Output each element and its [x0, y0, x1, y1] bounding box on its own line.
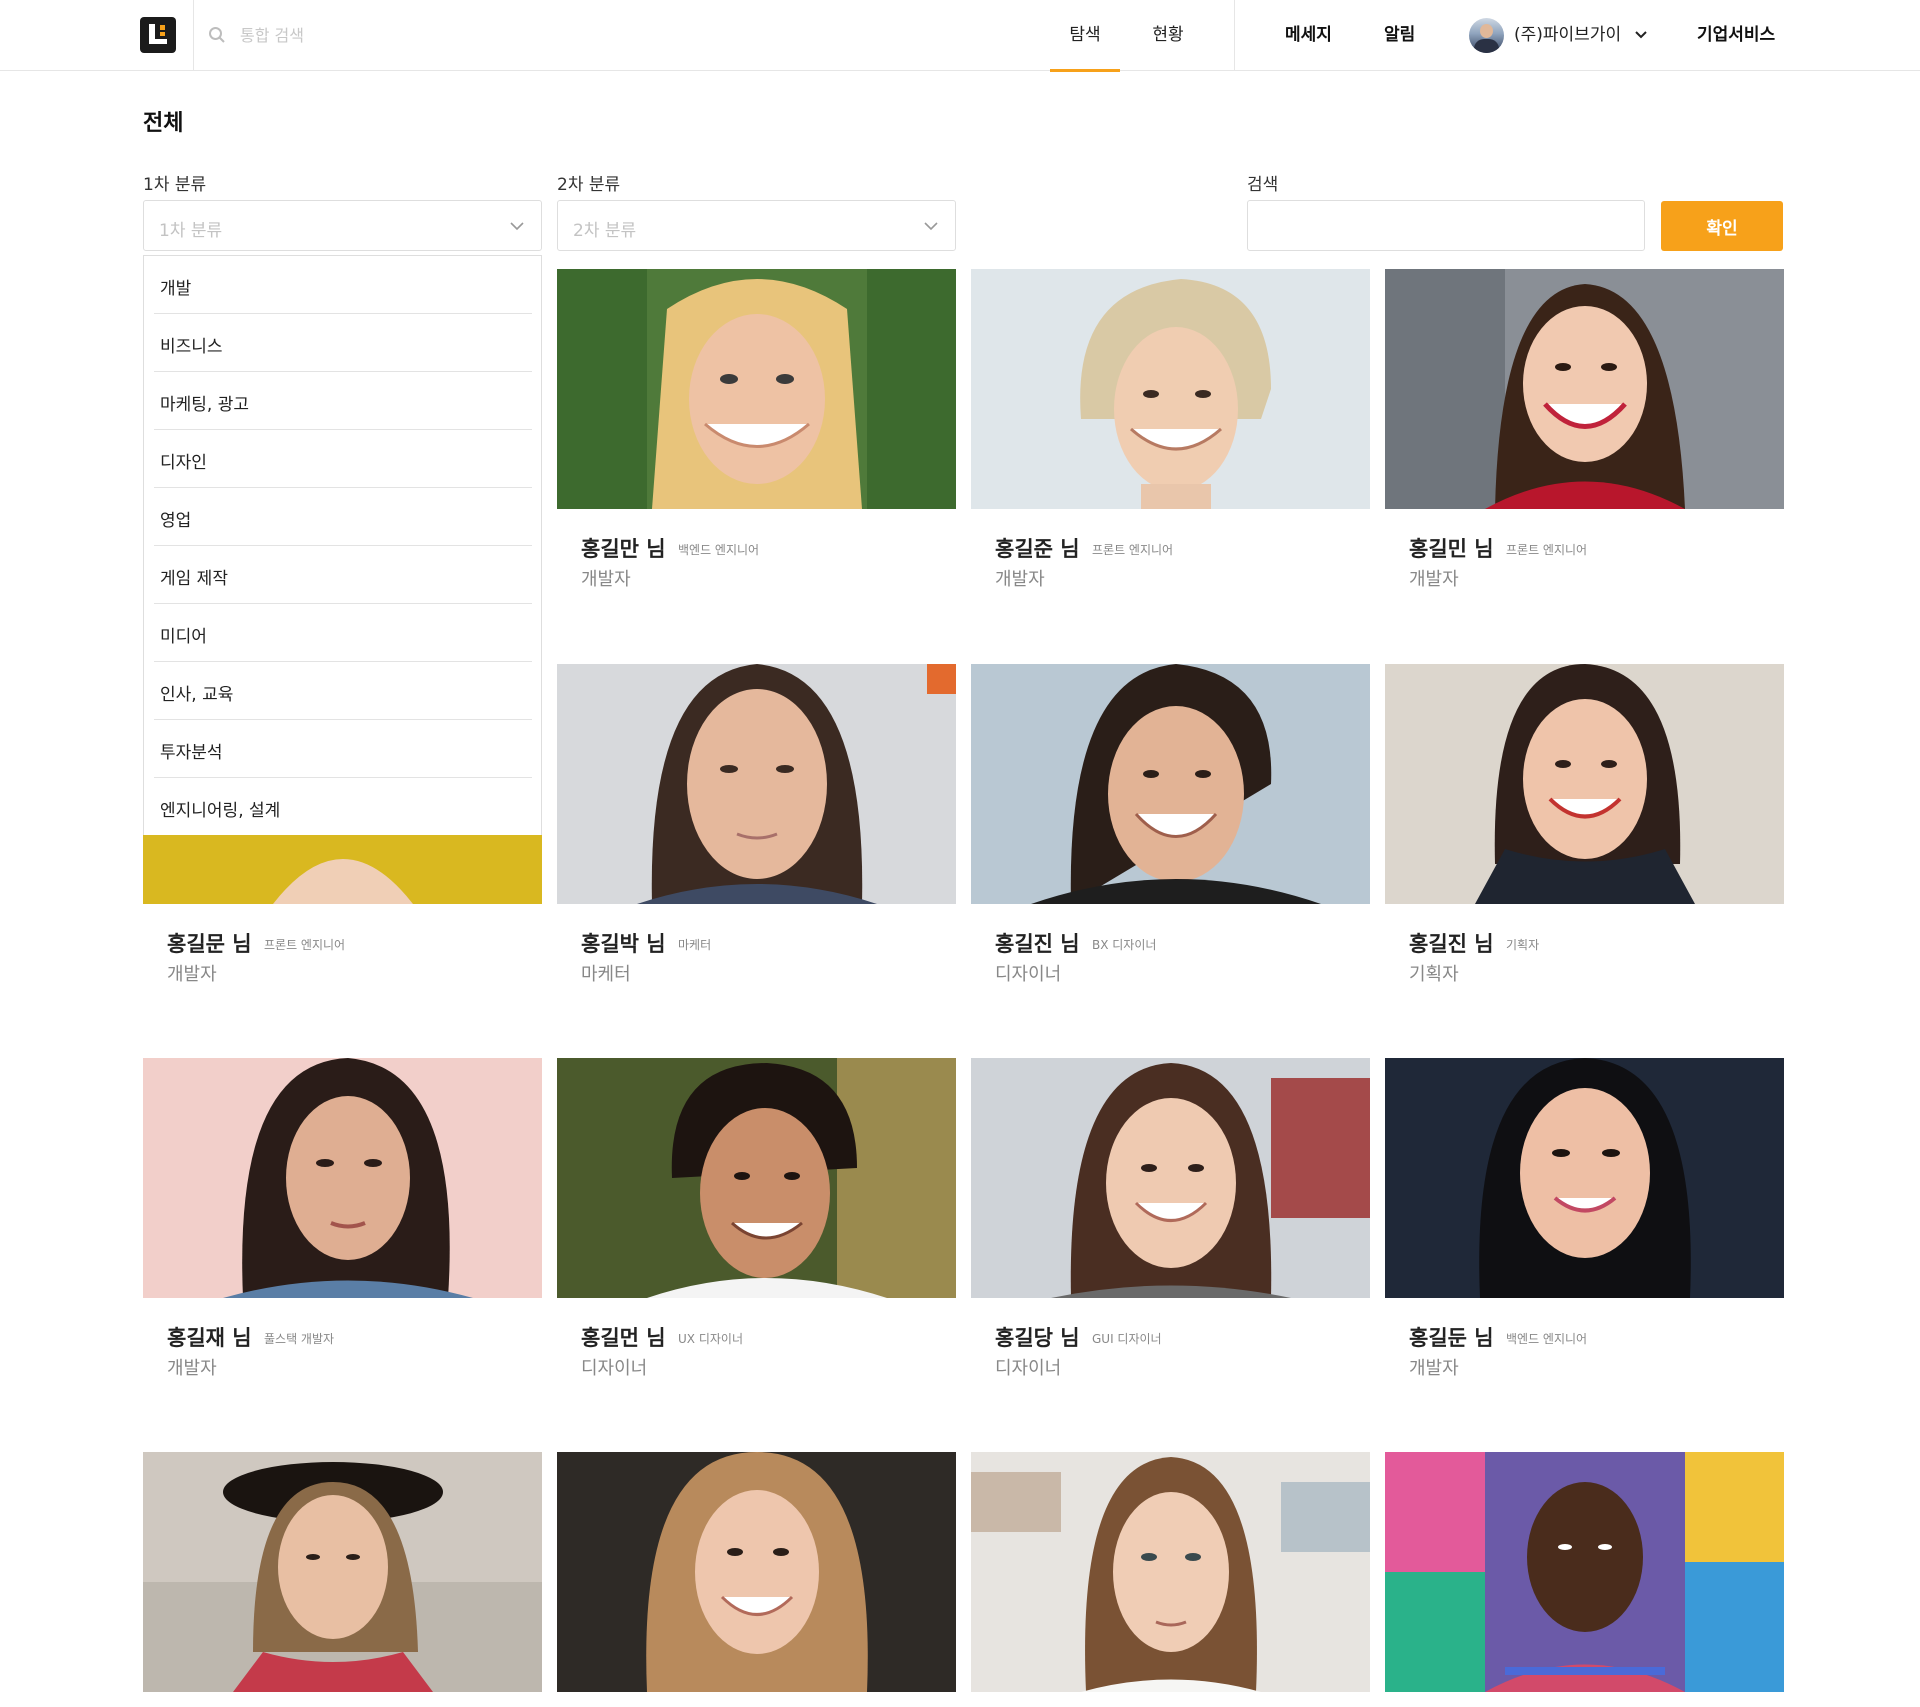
page-title: 전체 — [143, 111, 184, 136]
profile-card[interactable]: 홍길둔 님 백엔드 엔지니어 개발자 — [1385, 1058, 1784, 1438]
profile-photo — [143, 1452, 542, 1692]
dropdown-item[interactable]: 영업 — [154, 488, 532, 546]
card-name: 홍길당 님 — [995, 1326, 1080, 1350]
card-role: 개발자 — [1409, 1358, 1459, 1379]
dropdown-item[interactable]: 인사, 교육 — [154, 662, 532, 720]
nav-alarm-link[interactable]: 알림 — [1384, 0, 1415, 71]
chevron-down-icon — [924, 222, 938, 231]
dropdown-item[interactable]: 투자분석 — [154, 720, 532, 778]
card-role: 개발자 — [167, 1358, 217, 1379]
card-title: GUI 디자이너 — [1092, 1332, 1162, 1346]
card-name: 홍길문 님 — [167, 932, 252, 956]
profile-photo — [971, 664, 1370, 904]
dropdown-item[interactable]: 미디어 — [154, 604, 532, 662]
card-title: 마케터 — [678, 938, 712, 952]
profile-photo — [1385, 269, 1784, 509]
card-name: 홍길둔 님 — [1409, 1326, 1494, 1350]
global-search-input[interactable] — [240, 20, 660, 50]
top-header: 탐색 현황 메세지 알림 (주)파이브가이 기업서비스 — [0, 0, 1920, 72]
profile-photo — [557, 664, 956, 904]
card-name: 홍길만 님 — [581, 537, 666, 561]
card-title: 프론트 엔지니어 — [1092, 543, 1174, 557]
profile-card[interactable]: 홍길먼 님 UX 디자이너 디자이너 — [557, 1058, 956, 1438]
category1-placeholder: 1차 분류 — [159, 221, 223, 241]
card-role: 마케터 — [581, 964, 631, 985]
card-title: 풀스택 개발자 — [264, 1332, 335, 1346]
profile-card[interactable] — [1385, 1452, 1784, 1692]
profile-photo — [557, 269, 956, 509]
category2-label: 2차 분류 — [557, 175, 621, 195]
card-role: 디자이너 — [581, 1358, 648, 1379]
header-divider — [193, 0, 194, 71]
chevron-down-icon — [510, 222, 524, 231]
search-label: 검색 — [1247, 175, 1279, 195]
category2-select[interactable]: 2차 분류 — [557, 200, 956, 251]
profile-card[interactable]: 홍길민 님 프론트 엔지니어 개발자 — [1385, 269, 1784, 649]
profile-card[interactable]: 홍길당 님 GUI 디자이너 디자이너 — [971, 1058, 1370, 1438]
header-divider — [1234, 0, 1235, 71]
card-title: 프론트 엔지니어 — [1506, 543, 1588, 557]
dropdown-item[interactable]: 게임 제작 — [154, 546, 532, 604]
search-input[interactable] — [1247, 200, 1645, 251]
card-name: 홍길준 님 — [995, 537, 1080, 561]
card-title: 백엔드 엔지니어 — [678, 543, 760, 557]
card-title: UX 디자이너 — [678, 1332, 743, 1346]
category1-select[interactable]: 1차 분류 — [143, 200, 542, 251]
avatar[interactable] — [1469, 18, 1504, 53]
dropdown-item[interactable]: 개발 — [154, 256, 532, 314]
card-role: 개발자 — [581, 569, 631, 590]
card-role: 개발자 — [995, 569, 1045, 590]
tab-status[interactable]: 현황 — [1133, 0, 1203, 71]
card-title: 백엔드 엔지니어 — [1506, 1332, 1588, 1346]
card-role: 기획자 — [1409, 964, 1459, 985]
company-name[interactable]: (주)파이브가이 — [1514, 0, 1621, 71]
profile-photo — [557, 1452, 956, 1692]
profile-photo — [1385, 1058, 1784, 1298]
card-name: 홍길먼 님 — [581, 1326, 666, 1350]
search-icon — [209, 27, 225, 43]
profile-photo — [1385, 664, 1784, 904]
card-role: 개발자 — [167, 964, 217, 985]
profile-photo — [143, 1058, 542, 1298]
profile-photo — [971, 1058, 1370, 1298]
nav-message-link[interactable]: 메세지 — [1285, 0, 1332, 71]
profile-card[interactable]: 홍길준 님 프론트 엔지니어 개발자 — [971, 269, 1370, 649]
profile-photo — [557, 1058, 956, 1298]
profile-photo — [1385, 1452, 1784, 1692]
profile-card[interactable] — [971, 1452, 1370, 1692]
confirm-button[interactable]: 확인 — [1661, 201, 1783, 251]
card-role: 디자이너 — [995, 1358, 1062, 1379]
card-name: 홍길재 님 — [167, 1326, 252, 1350]
category1-label: 1차 분류 — [143, 175, 207, 195]
profile-card[interactable]: 홍길재 님 풀스택 개발자 개발자 — [143, 1058, 542, 1438]
chevron-down-icon[interactable] — [1635, 30, 1647, 40]
dropdown-item[interactable]: 마케팅, 광고 — [154, 372, 532, 430]
profile-card[interactable] — [557, 1452, 956, 1692]
card-title: 기획자 — [1506, 938, 1540, 952]
profile-photo — [971, 269, 1370, 509]
card-role: 디자이너 — [995, 964, 1062, 985]
card-name: 홍길박 님 — [581, 932, 666, 956]
profile-card[interactable]: 홍길만 님 백엔드 엔지니어 개발자 — [557, 269, 956, 649]
dropdown-item[interactable]: 엔지니어링, 설계 — [154, 778, 532, 836]
profile-photo — [971, 1452, 1370, 1692]
dropdown-item[interactable]: 디자인 — [154, 430, 532, 488]
card-role: 개발자 — [1409, 569, 1459, 590]
profile-card[interactable]: 홍길진 님 기획자 기획자 — [1385, 664, 1784, 1044]
card-name: 홍길진 님 — [1409, 932, 1494, 956]
tab-explore[interactable]: 탐색 — [1050, 0, 1120, 72]
profile-card[interactable] — [143, 1452, 542, 1692]
card-name: 홍길진 님 — [995, 932, 1080, 956]
card-title: 프론트 엔지니어 — [264, 938, 346, 952]
profile-card[interactable]: 홍길박 님 마케터 마케터 — [557, 664, 956, 1044]
dropdown-item[interactable]: 비즈니스 — [154, 314, 532, 372]
profile-card[interactable]: 홍길진 님 BX 디자이너 디자이너 — [971, 664, 1370, 1044]
logo[interactable] — [140, 17, 176, 53]
card-name: 홍길민 님 — [1409, 537, 1494, 561]
card-title: BX 디자이너 — [1092, 938, 1157, 952]
nav-enterprise-link[interactable]: 기업서비스 — [1697, 0, 1775, 71]
category1-dropdown: 개발 비즈니스 마케팅, 광고 디자인 영업 게임 제작 미디어 인사, 교육 … — [143, 255, 542, 835]
category2-placeholder: 2차 분류 — [573, 221, 637, 241]
